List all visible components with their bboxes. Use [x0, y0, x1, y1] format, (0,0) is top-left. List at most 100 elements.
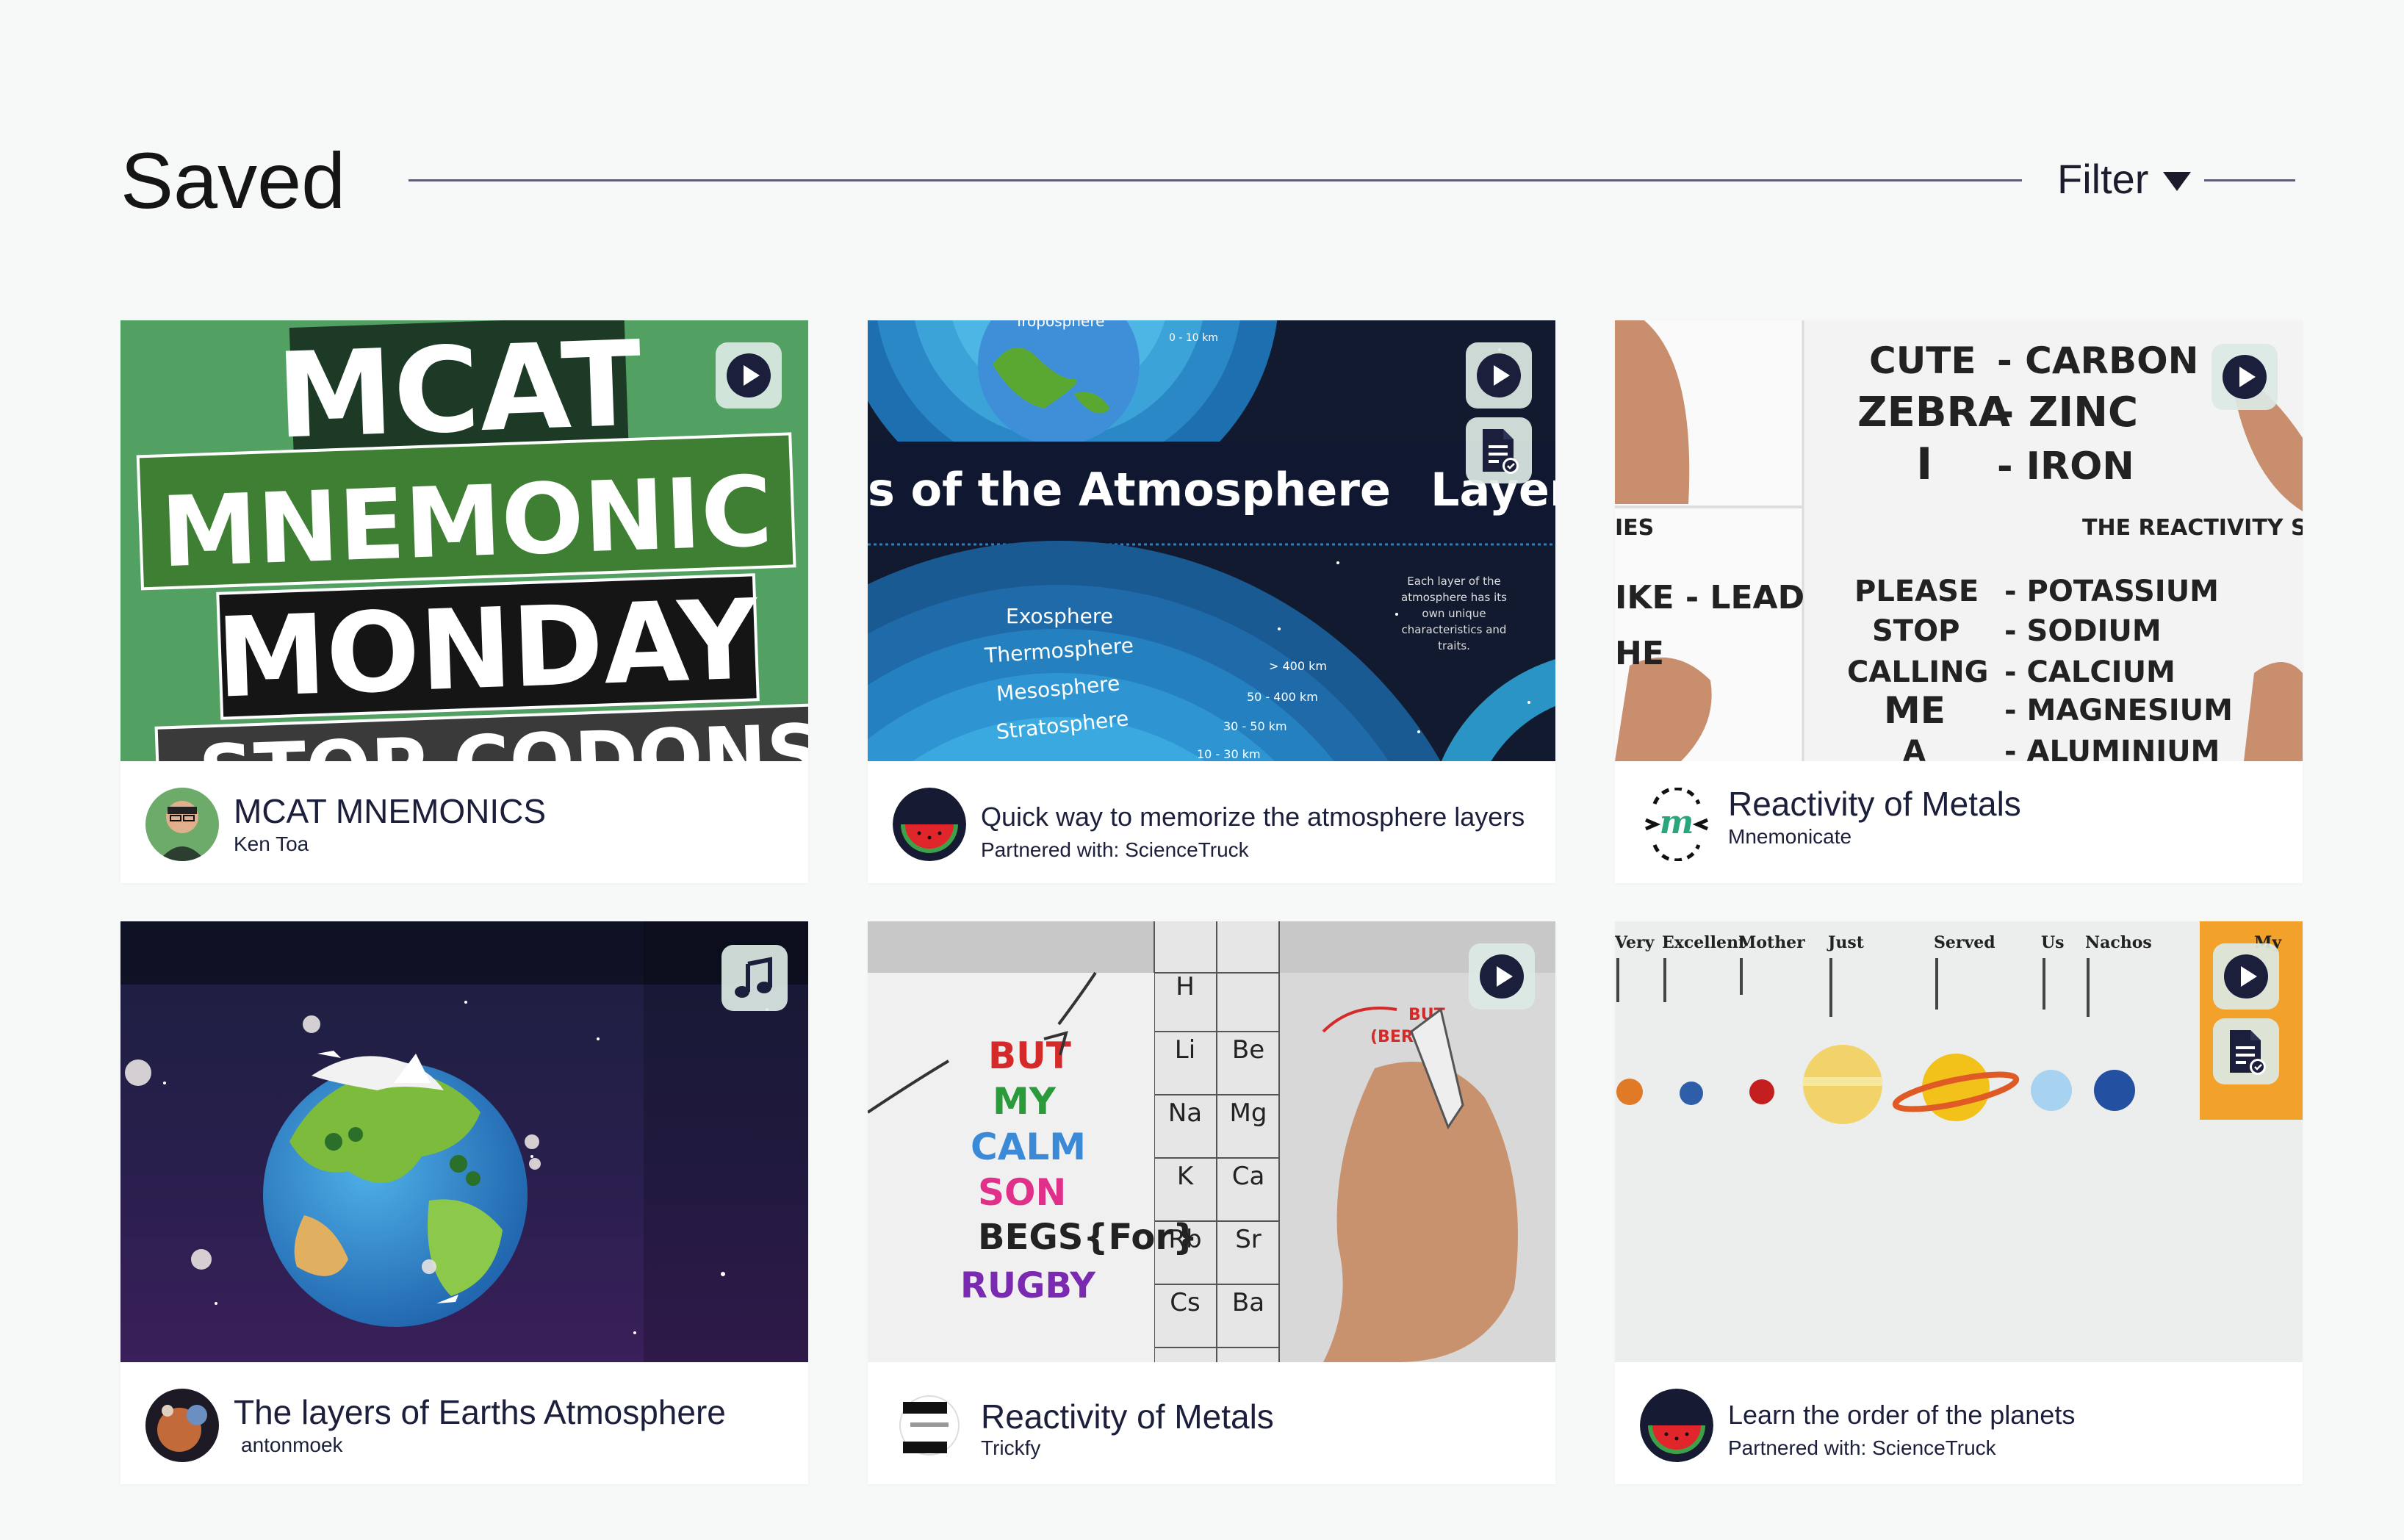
- play-button[interactable]: [1466, 342, 1532, 409]
- svg-text:BUT: BUT: [988, 1035, 1071, 1077]
- svg-text:SON: SON: [978, 1171, 1066, 1214]
- svg-text:MY: MY: [993, 1080, 1057, 1123]
- card-meta: Learn the order of the planets Partnered…: [1615, 1362, 2303, 1484]
- worksheet-icon: [1483, 429, 1519, 474]
- svg-text:characteristics and: characteristics and: [1402, 623, 1507, 636]
- svg-text:IKE - LEAD: IKE - LEAD: [1615, 579, 1804, 616]
- svg-text:IES: IES: [1615, 515, 1654, 541]
- svg-text:Served: Served: [1934, 933, 1995, 952]
- page-header: Saved Filter: [0, 0, 2404, 279]
- card-title[interactable]: MCAT MNEMONICS: [234, 791, 546, 832]
- thumbnail-image: s of the Atmosphere Layer Troposphere 0 …: [868, 320, 1555, 761]
- card-meta: The layers of Earths Atmosphere antonmoe…: [120, 1362, 808, 1484]
- play-button[interactable]: [2213, 943, 2279, 1010]
- music-note-icon: [735, 957, 772, 998]
- svg-text:30 - 50 km: 30 - 50 km: [1223, 719, 1287, 733]
- svg-text:Cs: Cs: [1170, 1288, 1200, 1317]
- svg-text:H: H: [1176, 972, 1195, 1001]
- svg-text:50 - 400 km: 50 - 400 km: [1247, 690, 1318, 704]
- svg-text:Li: Li: [1175, 1035, 1195, 1065]
- audio-button[interactable]: [721, 945, 788, 1011]
- saved-card[interactable]: s of the Atmosphere Layer Troposphere 0 …: [868, 320, 1555, 883]
- card-thumbnail[interactable]: Very Excellent Mother Just Served Us Nac…: [1615, 921, 2303, 1362]
- svg-text:Each layer of the: Each layer of the: [1407, 575, 1500, 588]
- card-meta: Reactivity of Metals Trickfy: [868, 1362, 1555, 1484]
- card-thumbnail[interactable]: s of the Atmosphere Layer Troposphere 0 …: [868, 320, 1555, 761]
- filter-dropdown[interactable]: Filter: [2057, 156, 2192, 203]
- svg-text:Mother: Mother: [1738, 933, 1805, 952]
- play-button[interactable]: [2212, 344, 2278, 410]
- svg-text:Excellent: Excellent: [1662, 933, 1746, 952]
- publisher-avatar: [893, 788, 966, 861]
- caret-down-icon: [2163, 172, 2192, 191]
- publisher-logo: [893, 1389, 966, 1462]
- worksheet-icon: [2230, 1030, 2266, 1075]
- card-title[interactable]: The layers of Earths Atmosphere: [234, 1392, 726, 1433]
- saved-card[interactable]: The layers of Earths Atmosphere antonmoe…: [120, 921, 808, 1484]
- card-author: Mnemonicate: [1728, 825, 1852, 848]
- svg-text:m: m: [1660, 804, 1694, 841]
- card-author: Partnered with: ScienceTruck: [981, 838, 1249, 861]
- svg-text:> 400 km: > 400 km: [1269, 659, 1327, 673]
- svg-text:I: I: [1916, 439, 1932, 490]
- svg-text:BEGS{For}: BEGS{For}: [978, 1217, 1198, 1258]
- card-title[interactable]: Learn the order of the planets: [1728, 1395, 2075, 1436]
- card-thumbnail[interactable]: MCAT MNEMONIC MONDAY STOP CODONS: [120, 320, 808, 761]
- card-thumbnail[interactable]: CUTE - CARBON ZEBRA - ZINC I - IRON THE …: [1615, 320, 2303, 761]
- svg-text:Exosphere: Exosphere: [1006, 604, 1113, 628]
- svg-text:MNEMONIC: MNEMONIC: [159, 455, 774, 589]
- card-meta: Quick way to memorize the atmosphere lay…: [868, 761, 1555, 883]
- svg-text:s of the Atmosphere: s of the Atmosphere: [868, 463, 1391, 517]
- svg-text:PLEASE: PLEASE: [1854, 575, 1979, 608]
- filter-label: Filter: [2057, 156, 2149, 202]
- svg-text:STOP: STOP: [1872, 614, 1959, 648]
- worksheet-button[interactable]: [1466, 417, 1532, 483]
- header-divider-left: [409, 179, 2022, 181]
- card-title[interactable]: Reactivity of Metals: [981, 1396, 1274, 1437]
- svg-text:Ba: Ba: [1232, 1288, 1264, 1317]
- svg-text:ME: ME: [1884, 689, 1946, 732]
- publisher-avatar: [1640, 1389, 1713, 1462]
- page-title: Saved: [120, 136, 346, 225]
- svg-text:own unique: own unique: [1422, 607, 1486, 620]
- play-icon: [2223, 355, 2267, 399]
- play-icon: [1477, 353, 1521, 397]
- saved-card[interactable]: MCAT MNEMONIC MONDAY STOP CODONS MCAT MN…: [120, 320, 808, 883]
- svg-text:CALM: CALM: [971, 1126, 1086, 1168]
- svg-text:- ZINC: - ZINC: [1997, 389, 2138, 436]
- play-button[interactable]: [716, 342, 782, 409]
- svg-text:Troposphere: Troposphere: [1014, 320, 1104, 330]
- svg-text:MONDAY: MONDAY: [215, 576, 762, 723]
- svg-text:Na: Na: [1168, 1098, 1202, 1128]
- saved-card[interactable]: Very Excellent Mother Just Served Us Nac…: [1615, 921, 2303, 1484]
- svg-text:traits.: traits.: [1438, 639, 1470, 652]
- author-avatar: [145, 1389, 219, 1462]
- saved-card[interactable]: H Li Be Na Mg K Ca Rb Sr Cs Ba BUT MY CALM SO…: [868, 921, 1555, 1484]
- thumbnail-image: [120, 921, 808, 1362]
- card-title[interactable]: Reactivity of Metals: [1728, 783, 2021, 824]
- svg-text:K: K: [1177, 1162, 1195, 1191]
- svg-text:HE: HE: [1615, 635, 1664, 672]
- thumbnail-image: MCAT MNEMONIC MONDAY STOP CODONS: [120, 320, 808, 761]
- svg-text:Ca: Ca: [1232, 1162, 1265, 1191]
- publisher-logo: m: [1640, 788, 1713, 861]
- card-author: Partnered with: ScienceTruck: [1728, 1436, 1996, 1459]
- header-divider-right: [2204, 179, 2295, 181]
- svg-text:ZEBRA: ZEBRA: [1857, 389, 2011, 436]
- svg-text:Sr: Sr: [1235, 1225, 1262, 1254]
- card-title[interactable]: Quick way to memorize the atmosphere lay…: [981, 796, 1525, 838]
- svg-text:- POTASSIUM: - POTASSIUM: [2004, 575, 2219, 608]
- svg-text:Very: Very: [1615, 933, 1655, 952]
- svg-text:RUGBY: RUGBY: [960, 1265, 1096, 1306]
- svg-text:0 - 10 km: 0 - 10 km: [1169, 332, 1218, 344]
- svg-text:Be: Be: [1232, 1035, 1264, 1065]
- card-meta: m Reactivity of Metals Mnemonicate: [1615, 761, 2303, 883]
- card-thumbnail[interactable]: H Li Be Na Mg K Ca Rb Sr Cs Ba BUT MY CALM SO…: [868, 921, 1555, 1362]
- card-thumbnail[interactable]: [120, 921, 808, 1362]
- card-author: antonmoek: [241, 1433, 343, 1456]
- svg-text:THE REACTIVITY SER: THE REACTIVITY SER: [2082, 515, 2303, 541]
- svg-text:- CARBON: - CARBON: [1997, 339, 2199, 382]
- saved-card[interactable]: CUTE - CARBON ZEBRA - ZINC I - IRON THE …: [1615, 320, 2303, 883]
- worksheet-button[interactable]: [2213, 1018, 2279, 1084]
- play-button[interactable]: [1469, 943, 1535, 1010]
